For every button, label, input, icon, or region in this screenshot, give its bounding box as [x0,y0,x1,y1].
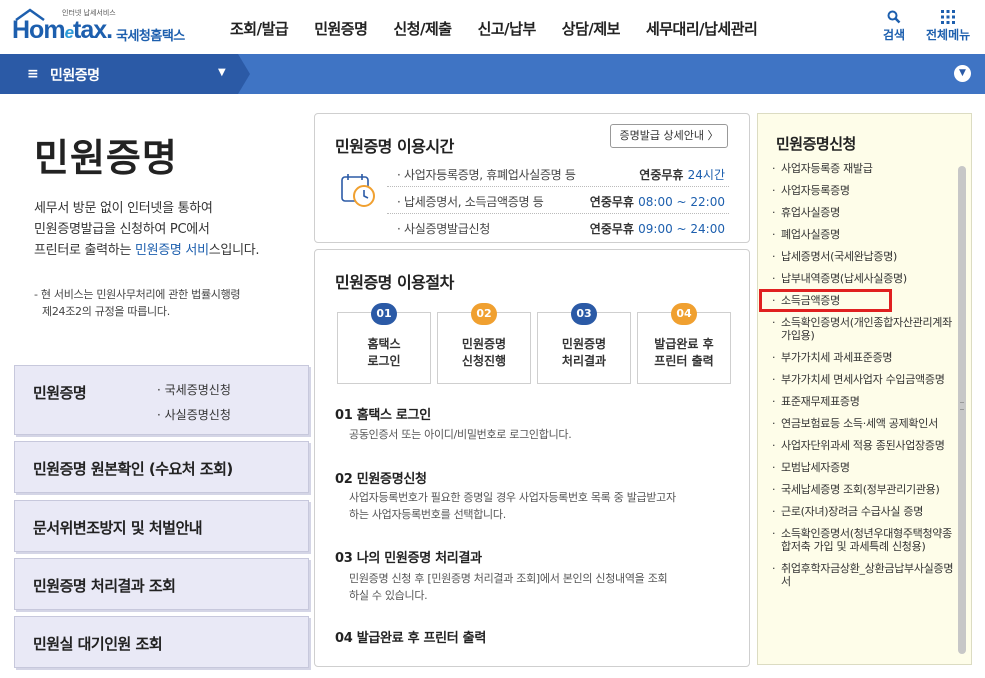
list-item[interactable]: 사업자등록증명 [771,184,957,197]
nav-tax-agent[interactable]: 세무대리/납세관리 [646,18,758,39]
list-item[interactable]: 연금보험료등 소득·세액 공제확인서 [771,417,957,430]
procedure-title: 민원증명 이용절차 [335,273,454,292]
list-item[interactable]: 사업자단위과세 적용 종된사업장증명 [771,439,957,452]
step-card-apply: 02 민원증명 신청진행 [437,303,531,384]
service-link[interactable]: 민원증명 서비 [135,243,209,258]
nav-civil-certificate[interactable]: 민원증명 [314,18,368,39]
main-nav: 조회/발급 민원증명 신청/제출 신고/납부 상담/제보 세무대리/납세관리 [230,18,783,39]
list-item[interactable]: 근로(자녀)장려금 수급사실 증명 [771,505,957,518]
logo-wordmark: Hometax. [12,16,113,44]
processing-result-box[interactable]: 민원증명 처리결과 조회 [14,558,309,610]
logo-korean-name: 국세청홈택스 [116,29,185,44]
nav-apply-submit[interactable]: 신청/제출 [393,18,452,39]
waiting-count-box[interactable]: 민원실 대기인원 조회 [14,616,309,668]
forgery-prevention-box[interactable]: 문서위변조방지 및 처벌안내 [14,500,309,552]
page-description: 세무서 방문 없이 인터넷을 통하여 민원증명발급을 신청하여 PC에서 프린터… [34,201,260,258]
list-item[interactable]: 표준재무제표증명 [771,395,957,408]
certificate-list: 사업자등록증 재발급사업자등록증명휴업사실증명폐업사실증명납세증명서(국세완납증… [759,162,957,597]
hometax-logo[interactable]: 인터넷 납세서비스 Hometax. 국세청홈택스 [12,6,202,48]
step2-description: 사업자등록번호가 필요한 증명일 경우 사업자등록번호 목록 중 발급받고자 하… [349,491,676,521]
scrollbar[interactable] [958,166,966,654]
list-item[interactable]: 소득확인증명서(개인종합자산관리계좌 가입용) [771,316,957,342]
page-title: 민원증명 [34,136,178,180]
nav-consult-report[interactable]: 상담/제보 [562,18,621,39]
scrollbar-grip[interactable] [960,402,964,410]
usage-hours-title: 민원증명 이용시간 [335,137,454,156]
list-item[interactable]: 취업후학자금상환_상환금납부사실증명서 [771,562,957,588]
list-item[interactable]: 부가가치세 면세사업자 수입금액증명 [771,373,957,386]
procedure-panel: 민원증명 이용절차 01 홈택스 로그인 02 민원증명 신청진행 03 민원증… [314,249,750,667]
list-item[interactable]: 사업자등록증 재발급 [771,162,957,175]
step-label: 발급완료 후 프린터 출력 [654,337,714,368]
step-label: 민원증명 처리결과 [561,337,607,368]
national-tax-certificate-link[interactable]: · 국세증명신청 [157,381,231,398]
step-card-print: 04 발급완료 후 프린터 출력 [637,303,731,384]
list-item[interactable]: 부가가치세 과세표준증명 [771,351,957,364]
step-number-badge: 02 [471,303,497,325]
step-number-badge: 04 [671,303,697,325]
breadcrumb-label: 민원증명 [50,68,100,84]
search-button[interactable]: 검색 [883,8,905,43]
step-number-badge: 01 [371,303,397,325]
calendar-clock-icon [341,174,375,207]
list-item-income-certificate-highlighted[interactable]: 소득금액증명 [759,289,892,312]
civil-certificate-box[interactable]: 민원증명 · 국세증명신청 · 사실증명신청 [14,365,309,435]
step-card-result: 03 민원증명 처리결과 [537,303,631,384]
step1-heading: 01 홈택스 로그인 [335,408,431,423]
list-item[interactable]: 납부내역증명(납세사실증명) [771,272,957,285]
hours-row: · 납세증명서, 소득금액증명 등 연중무휴 08:00 ~ 22:00 [387,188,729,214]
step3-description: 민원증명 신청 후 [민원증명 처리결과 조회]에서 본인의 신청내역을 조회 … [349,572,668,602]
list-item[interactable]: 휴업사실증명 [771,206,957,219]
hamburger-icon: ≡ [27,66,39,82]
hours-row: · 사실증명발급신청 연중무휴 09:00 ~ 24:00 [397,222,725,236]
all-menu-button[interactable]: 전체메뉴 [926,8,970,43]
civil-certificate-title[interactable]: 민원증명 [33,382,87,403]
certificate-apply-panel: 민원증명신청 사업자등록증 재발급사업자등록증명휴업사실증명폐업사실증명납세증명… [757,113,972,665]
hours-row: · 사업자등록증명, 휴폐업사실증명 등 연중무휴 24시간 [387,161,729,187]
certificate-apply-title: 민원증명신청 [776,135,856,153]
step-number-badge: 03 [571,303,597,325]
list-item[interactable]: 납세증명서(국세완납증명) [771,250,957,263]
original-check-box[interactable]: 민원증명 원본확인 (수요처 조회) [14,441,309,493]
grid-menu-icon [926,8,970,26]
fact-certificate-link[interactable]: · 사실증명신청 [157,406,231,423]
legal-note: - 현 서비스는 민원사무처리에 관한 법률시행령 제24조2의 규정을 따릅니… [34,288,241,318]
breadcrumb-dropdown[interactable]: ≡ 민원증명 ▼ [0,54,250,94]
list-item[interactable]: 폐업사실증명 [771,228,957,241]
all-menu-label: 전체메뉴 [926,28,971,42]
expand-down-icon[interactable]: ▼ [954,65,971,82]
detail-guide-button[interactable]: 증명발급 상세안내 〉 [610,124,728,148]
dropdown-caret-icon: ▼ [218,67,226,78]
step3-heading: 03 나의 민원증명 처리결과 [335,551,482,566]
list-item[interactable]: 모범납세자증명 [771,461,957,474]
usage-hours-panel: 민원증명 이용시간 증명발급 상세안내 〉 · 사업자등록증명, 휴폐업사실증명… [314,113,750,243]
top-header: 인터넷 납세서비스 Hometax. 국세청홈택스 조회/발급 민원증명 신청/… [0,0,985,54]
search-icon [883,8,905,26]
list-item[interactable]: 국세납세증명 조회(정부관리기관용) [771,483,957,496]
list-item[interactable]: 소득확인증명서(청년우대형주택청약종합저축 가입 및 과세특례 신청용) [771,527,957,553]
step-label: 홈택스 로그인 [367,337,401,368]
step2-heading: 02 민원증명신청 [335,472,427,487]
nav-inquiry-issue[interactable]: 조회/발급 [230,18,289,39]
step1-description: 공동인증서 또는 아이디/비밀번호로 로그인합니다. [349,428,572,441]
step-card-login: 01 홈택스 로그인 [337,303,431,384]
step4-heading: 04 발급완료 후 프린터 출력 [335,631,486,646]
search-label: 검색 [883,28,906,42]
step-label: 민원증명 신청진행 [461,337,507,368]
nav-report-pay[interactable]: 신고/납부 [478,18,537,39]
